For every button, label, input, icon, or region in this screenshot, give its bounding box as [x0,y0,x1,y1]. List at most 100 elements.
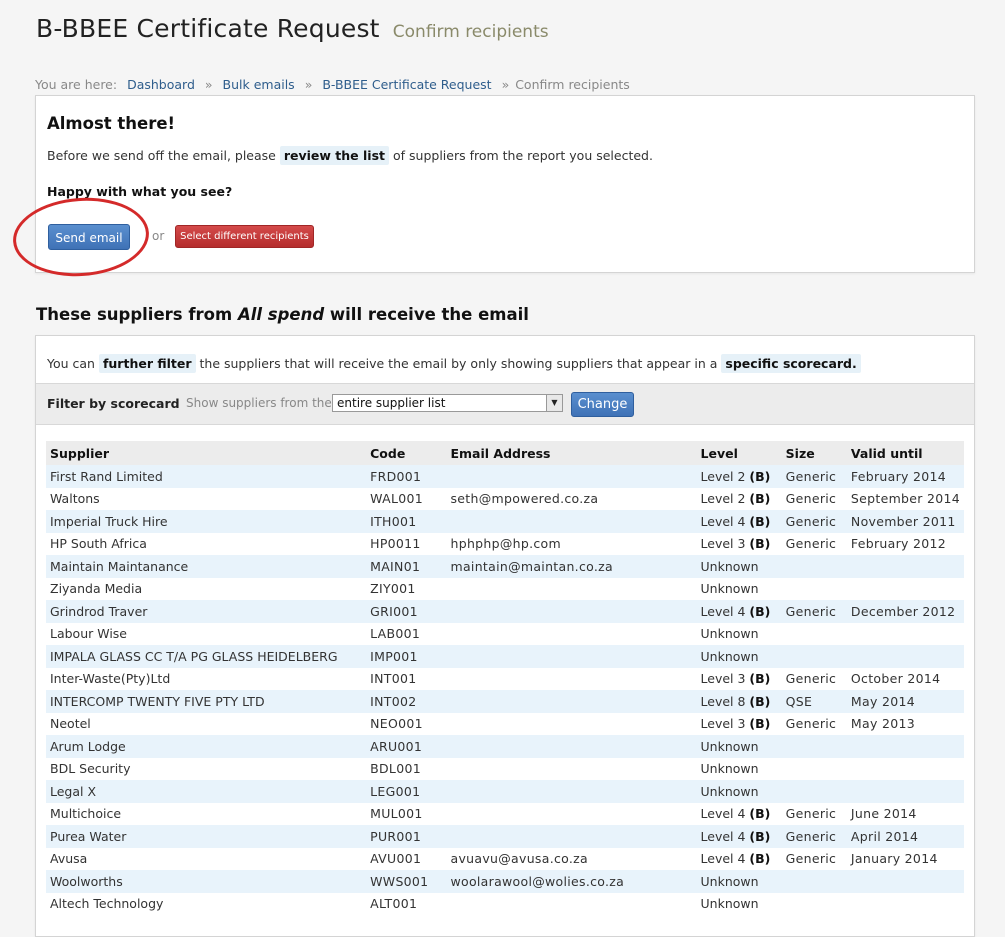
breadcrumb-link-bbbee-request[interactable]: B-BBEE Certificate Request [322,77,491,92]
breadcrumb-current: Confirm recipients [515,77,630,92]
supplier-name-link[interactable]: BDL Security [46,757,367,780]
filter-note: You can further filter the suppliers tha… [47,354,861,373]
supplier-size [781,780,847,803]
supplier-level: Level 2 (B) [696,465,782,488]
supplier-size [781,757,847,780]
supplier-valid-until: February 2014 [846,465,964,488]
breadcrumb-link-dashboard[interactable]: Dashboard [127,77,195,92]
table-header-row: Supplier Code Email Address Level Size V… [46,441,964,465]
supplier-level: Unknown [696,555,782,578]
supplier-name-link[interactable]: Arum Lodge [46,735,367,758]
supplier-name-link[interactable]: HP South Africa [46,532,367,555]
change-button[interactable]: Change [571,392,634,417]
supplier-name-link[interactable]: First Rand Limited [46,465,367,488]
header-level: Level [696,441,782,465]
supplier-name-link[interactable]: Labour Wise [46,622,367,645]
supplier-email [446,465,697,488]
table-row: Neotel NEO001 Level 3 (B) Generic May 2013 [46,712,964,735]
level-grade: (B) [749,693,771,709]
select-different-recipients-button[interactable]: Select different recipients [175,225,314,248]
header-code: Code [366,441,447,465]
page-subtitle: Confirm recipients [392,22,549,42]
filter-note-before: You can [47,356,95,371]
supplier-size: Generic [781,802,847,825]
supplier-size [781,645,847,668]
supplier-name-link[interactable]: Neotel [46,712,367,735]
header-size: Size [781,441,847,465]
level-text: Level 3 [700,671,746,687]
supplier-email [446,712,697,735]
supplier-code: NEO001 [366,712,447,735]
supplier-name-link[interactable]: Woolworths [46,870,367,893]
supplier-name-link[interactable]: INTERCOMP TWENTY FIVE PTY LTD [46,690,367,713]
supplier-code: ITH001 [366,510,447,533]
supplier-name-link[interactable]: Inter-Waste(Pty)Ltd [46,667,367,690]
confirm-text-before: Before we send off the email, please [47,148,276,163]
supplier-name-link[interactable]: Avusa [46,847,367,870]
supplier-name-link[interactable]: Altech Technology [46,892,367,915]
supplier-valid-until [846,577,964,600]
specific-scorecard-text: specific scorecard [725,356,852,371]
supplier-email: maintain@maintan.co.za [446,555,697,578]
level-text: Unknown [700,626,759,642]
supplier-name-link[interactable]: IMPALA GLASS CC T/A PG GLASS HEIDELBERG [46,645,367,668]
confirm-question: Happy with what you see? [47,184,233,199]
level-text: Unknown [700,873,759,889]
supplier-name-link[interactable]: Multichoice [46,802,367,825]
supplier-size [781,892,847,915]
supplier-size [781,735,847,758]
supplier-name-link[interactable]: Maintain Maintanance [46,555,367,578]
section-title-after: will receive the email [329,305,529,324]
supplier-name-link[interactable]: Waltons [46,487,367,510]
chevron-down-icon[interactable]: ▼ [546,395,562,411]
table-row: BDL Security BDL001 Unknown [46,757,964,780]
suppliers-section-title: These suppliers from All spend will rece… [36,305,529,324]
suppliers-table-body: First Rand Limited FRD001 Level 2 (B) Gener… [46,465,964,915]
supplier-level: Unknown [696,780,782,803]
supplier-valid-until: May 2014 [846,690,964,713]
supplier-code: MUL001 [366,802,447,825]
supplier-valid-until [846,555,964,578]
supplier-level: Unknown [696,735,782,758]
supplier-size: Generic [781,487,847,510]
level-grade: (B) [749,716,771,732]
level-text: Level 2 [700,468,746,484]
supplier-level: Level 4 (B) [696,510,782,533]
supplier-level: Unknown [696,577,782,600]
supplier-name-link[interactable]: Grindrod Traver [46,600,367,623]
supplier-size [781,555,847,578]
supplier-name-link[interactable]: Purea Water [46,825,367,848]
supplier-name-link[interactable]: Imperial Truck Hire [46,510,367,533]
level-text: Unknown [700,783,759,799]
confirm-heading: Almost there! [47,114,176,133]
supplier-name-link[interactable]: Legal X [46,780,367,803]
supplier-size: QSE [781,690,847,713]
level-grade: (B) [749,828,771,844]
level-text: Level 4 [700,806,746,822]
supplier-valid-until [846,780,964,803]
supplier-level: Level 4 (B) [696,825,782,848]
supplier-valid-until: January 2014 [846,847,964,870]
supplier-name-link[interactable]: Ziyanda Media [46,577,367,600]
breadcrumb-separator: » [304,77,313,92]
supplier-valid-until [846,645,964,668]
header-valid-until: Valid until [846,441,964,465]
suppliers-table: Supplier Code Email Address Level Size V… [46,441,964,915]
supplier-level: Level 4 (B) [696,847,782,870]
page-title: B-BBEE Certificate Request Confirm recip… [36,14,549,43]
table-row: Grindrod Traver GRI001 Level 4 (B) Generic D… [46,600,964,623]
level-text: Unknown [700,648,759,664]
scorecard-select[interactable]: entire supplier list ▼ [332,394,563,412]
supplier-size: Generic [781,667,847,690]
confirm-panel: Almost there! Before we send off the ema… [35,95,975,273]
supplier-email: avuavu@avusa.co.za [446,847,697,870]
level-grade: (B) [749,671,771,687]
supplier-size: Generic [781,532,847,555]
supplier-valid-until [846,757,964,780]
breadcrumb-link-bulk-emails[interactable]: Bulk emails [223,77,295,92]
section-title-emphasis: All spend [237,305,325,324]
supplier-email [446,802,697,825]
supplier-code: LAB001 [366,622,447,645]
scorecard-select-value: entire supplier list [337,396,446,410]
breadcrumb-separator: » [501,77,510,92]
